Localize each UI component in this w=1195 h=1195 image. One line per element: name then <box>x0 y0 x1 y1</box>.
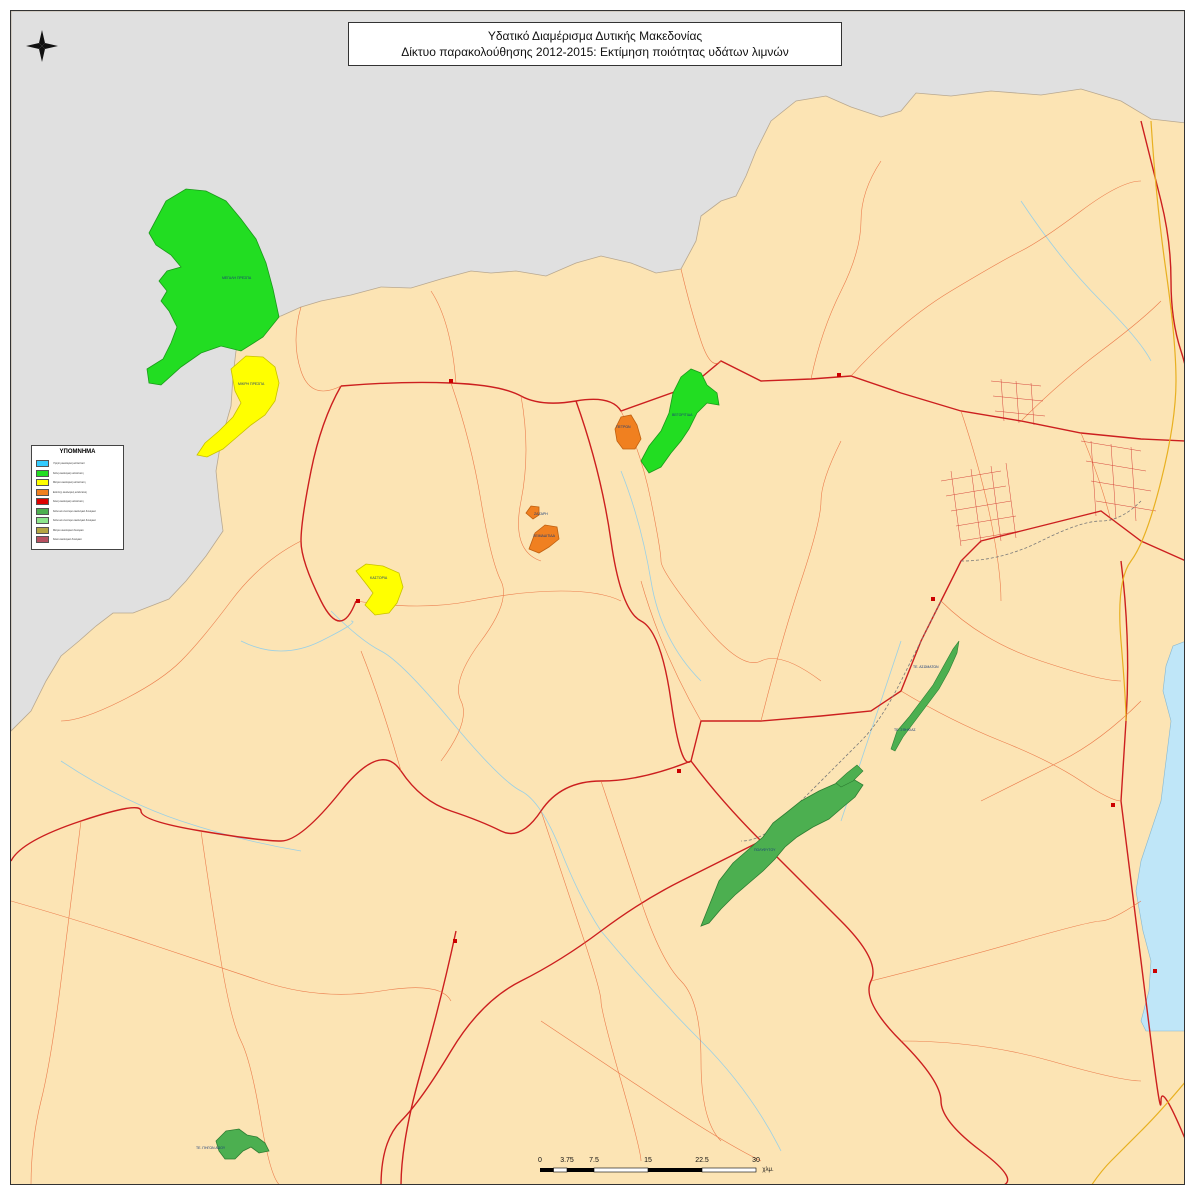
lake-label-vegoritida: ΒΕΓΟΡΙΤΙΔΑ <box>672 413 693 417</box>
lake-label-polyfytou: ΠΟΛΥΦΥΤΟΥ <box>754 848 776 852</box>
legend-item: Μέτρια οικολογική κατάσταση <box>36 478 119 488</box>
legend-item: Καλό και ανώτερο οικολογικό δυναμικό <box>36 507 119 517</box>
legend: ΥΠΟΜΝΗΜΑ Υψηλή οικολογική κατάσταση Καλή … <box>31 445 124 550</box>
lake-label-pigon-aoou: ΤΕ. ΠΗΓΩΝ ΑΩΟΥ <box>196 1146 226 1150</box>
scale-unit: χλμ. <box>762 1167 774 1173</box>
scale-tick-2: 7.5 <box>589 1157 599 1164</box>
legend-label: Καλό και ανώτερο οικολογικό δυναμικό <box>53 509 96 513</box>
scale-bar: 0 3.75 7.5 15 22.5 30 χλμ. <box>530 1157 774 1181</box>
scale-tick-1: 3.75 <box>560 1157 574 1164</box>
legend-item: Καλό και ανώτερο οικολογικό δυναμικό <box>36 516 119 526</box>
legend-swatch <box>36 536 49 544</box>
legend-swatch <box>36 498 49 506</box>
lake-label-sfikias: ΤΕ. ΣΦΗΚΙΑΣ <box>894 728 916 732</box>
legend-swatch <box>36 488 49 496</box>
legend-swatch <box>36 507 49 515</box>
legend-swatch <box>36 479 49 487</box>
legend-label: Καλό και ανώτερο οικολογικό δυναμικό <box>53 519 96 523</box>
scale-tick-4: 22.5 <box>695 1157 709 1164</box>
legend-label: Κακή οικολογική κατάσταση <box>53 500 84 504</box>
legend-item: Κακό οικολογικό δυναμικό <box>36 535 119 545</box>
map-title-line1: Υδατικό Διαμέρισμα Δυτικής Μακεδονίας <box>487 29 703 43</box>
lake-label-cheimaditida: ΧΕΙΜΑΔΙΤΙΔΑ <box>533 534 555 538</box>
legend-label: Μέτρια οικολογική κατάσταση <box>53 481 86 485</box>
legend-swatch <box>36 526 49 534</box>
scale-tick-5: 30 <box>752 1157 760 1164</box>
lake-label-kastoria: ΚΑΣΤΟΡΙΑ <box>370 576 388 580</box>
legend-label: Μέτριο οικολογικό δυναμικό <box>53 528 84 532</box>
legend-item: Καλή οικολογική κατάσταση <box>36 469 119 479</box>
map-title-line2: Δίκτυο παρακολούθησης 2012-2015: Εκτίμησ… <box>401 45 789 59</box>
lake-label-asomaton: ΤΕ. ΑΣΩΜΑΤΩΝ <box>913 665 939 669</box>
legend-label: Κακό οικολογικό δυναμικό <box>53 538 82 542</box>
legend-item: Μέτριο οικολογικό δυναμικό <box>36 526 119 536</box>
scale-tick-0: 0 <box>538 1157 542 1164</box>
lake-label-mikri-prespa: ΜΙΚΡΗ ΠΡΕΣΠΑ <box>238 382 265 386</box>
legend-item: Κακή οικολογική κατάσταση <box>36 497 119 507</box>
legend-label: Ελλιπής οικολογική κατάσταση <box>53 490 87 494</box>
lake-label-petron: ΠΕΤΡΩΝ <box>616 425 631 429</box>
map-canvas <box>11 11 1184 1184</box>
scale-bar-graphic <box>540 1167 757 1173</box>
legend-title: ΥΠΟΜΝΗΜΑ <box>59 449 96 455</box>
lake-label-megali-prespa: ΜΕΓΑΛΗ ΠΡΕΣΠΑ <box>222 276 252 280</box>
legend-label: Υψηλή οικολογική κατάσταση <box>53 462 86 466</box>
map-title-box: Υδατικό Διαμέρισμα Δυτικής Μακεδονίας Δί… <box>348 22 842 66</box>
legend-label: Καλή οικολογική κατάσταση <box>53 471 84 475</box>
legend-swatch <box>36 469 49 477</box>
scale-tick-3: 15 <box>644 1157 652 1164</box>
legend-item: Ελλιπής οικολογική κατάσταση <box>36 488 119 498</box>
legend-swatch <box>36 460 49 468</box>
legend-swatch <box>36 517 49 525</box>
legend-item: Υψηλή οικολογική κατάσταση <box>36 459 119 469</box>
map-frame <box>10 10 1185 1185</box>
lake-label-zazari: ΖΑΖΑΡΗ <box>534 512 548 516</box>
